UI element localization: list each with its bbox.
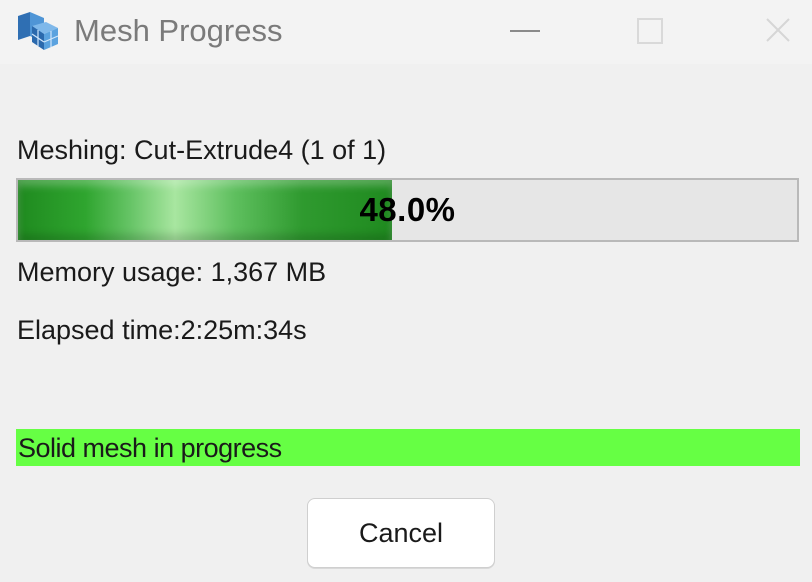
progress-bar: 48.0% bbox=[16, 178, 799, 242]
mesh-progress-dialog: Mesh Progress Meshing: Cut-Extrude4 (1 o… bbox=[0, 0, 812, 582]
window-title: Mesh Progress bbox=[74, 13, 283, 48]
status-text: Solid mesh in progress bbox=[18, 433, 282, 463]
close-icon bbox=[766, 18, 790, 42]
elapsed-time-label: Elapsed time:2:25m:34s bbox=[17, 315, 307, 345]
maximize-icon bbox=[637, 18, 663, 44]
minimize-icon bbox=[510, 30, 540, 32]
meshing-label: Meshing: Cut-Extrude4 (1 of 1) bbox=[17, 135, 387, 165]
cancel-button[interactable]: Cancel bbox=[307, 498, 495, 568]
mesh-app-icon bbox=[14, 10, 60, 52]
title-bar[interactable]: Mesh Progress bbox=[0, 0, 812, 64]
status-bar: Solid mesh in progress bbox=[16, 429, 800, 466]
memory-usage-label: Memory usage: 1,367 MB bbox=[17, 257, 327, 287]
progress-percent: 48.0% bbox=[359, 191, 456, 228]
minimize-button[interactable] bbox=[494, 8, 554, 52]
close-button[interactable] bbox=[748, 8, 808, 52]
maximize-button[interactable] bbox=[620, 8, 680, 52]
